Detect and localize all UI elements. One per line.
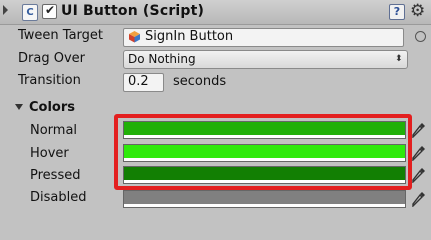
colors-foldout-arrow-icon[interactable]: [15, 104, 23, 110]
drag-over-label: Drag Over: [18, 51, 85, 66]
gameobject-icon: [129, 31, 140, 43]
colors-section-label[interactable]: Colors: [29, 100, 75, 115]
transition-unit: seconds: [173, 74, 227, 89]
checkmark-icon: ✔: [45, 3, 56, 17]
transition-label: Transition: [18, 73, 81, 88]
color-label-pressed: Pressed: [30, 168, 81, 183]
eyedropper-icon[interactable]: [412, 122, 426, 138]
drag-over-value: Do Nothing: [128, 52, 196, 66]
eyedropper-icon[interactable]: [412, 145, 426, 161]
color-field-disabled[interactable]: [123, 190, 406, 208]
eyedropper-icon[interactable]: [412, 167, 426, 183]
color-label-disabled: Disabled: [30, 190, 87, 205]
eyedropper-icon[interactable]: [412, 191, 426, 207]
script-icon: C: [22, 4, 38, 21]
dropdown-arrows-icon: ⬍: [395, 54, 403, 64]
help-icon[interactable]: ?: [389, 4, 405, 20]
transition-value: 0.2: [128, 74, 149, 89]
tween-target-label: Tween Target: [18, 28, 104, 43]
foldout-arrow-icon[interactable]: [3, 5, 8, 15]
component-title: UI Button (Script): [61, 3, 205, 19]
color-label-hover: Hover: [30, 146, 69, 161]
object-picker-icon[interactable]: [415, 31, 426, 42]
highlight-box: [114, 114, 412, 190]
color-label-normal: Normal: [30, 123, 78, 138]
gear-icon[interactable]: ⚙: [410, 1, 425, 21]
tween-target-value: SignIn Button: [145, 29, 234, 44]
